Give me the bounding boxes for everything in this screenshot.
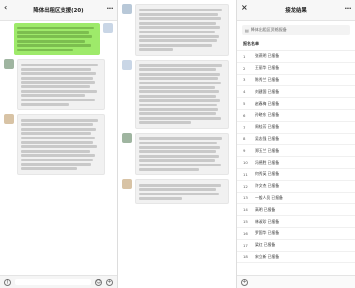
item-number: 13 — [243, 195, 248, 201]
sign-up-result-panel: × 接龙结果 ··· ▤ 降体出租区资格报备 报名名单 1 张燕明 已报备 2 王丽华… — [237, 0, 355, 288]
item-text: 陈秀兰 已报备 — [255, 76, 279, 82]
avatar[interactable] — [122, 59, 132, 70]
list-item[interactable]: 17 梁红 已报备 — [237, 240, 355, 252]
item-number: 6 — [243, 112, 246, 118]
list-item[interactable]: 15 林淑珍 已报备 — [237, 216, 355, 228]
item-number: 3 — [243, 77, 246, 83]
close-icon[interactable]: × — [241, 3, 248, 12]
list-item[interactable]: 6 孙晓东 已报备 — [237, 110, 355, 122]
add-icon[interactable]: + — [241, 278, 248, 286]
avatar[interactable] — [122, 132, 132, 143]
item-number: 16 — [243, 230, 248, 236]
avatar[interactable] — [4, 58, 14, 69]
list-item[interactable]: 9 郑玉兰 已报备 — [237, 145, 355, 158]
message-bubble[interactable] — [135, 132, 229, 176]
message — [118, 177, 236, 206]
message-bubble[interactable] — [135, 179, 229, 205]
item-number: 8 — [243, 136, 246, 142]
message-bubble[interactable] — [17, 114, 105, 175]
item-number: 5 — [243, 101, 246, 107]
item-text: 吴志强 已报备 — [255, 135, 279, 141]
result-list: 1 张燕明 已报备 2 王丽华 已报备 3 陈秀兰 已报备 4 刘建国 已报备 5 赵春梅 已报备… — [237, 51, 355, 264]
list-item[interactable]: 4 刘建国 已报备 — [237, 86, 355, 99]
emoji-icon[interactable]: ☺ — [95, 278, 102, 286]
section-label: 报名名单 — [237, 38, 355, 51]
message — [118, 58, 236, 131]
item-number: 10 — [243, 160, 248, 166]
item-number: 17 — [243, 242, 248, 248]
item-number: 4 — [243, 89, 246, 95]
message — [118, 0, 236, 58]
item-number: 11 — [243, 171, 248, 177]
item-text: 孙晓东 已报备 — [255, 112, 279, 118]
list-item[interactable]: 13 一般人员 已报备 — [237, 193, 355, 205]
item-text: 许文杰 已报备 — [255, 183, 279, 189]
item-text: 林淑珍 已报备 — [255, 218, 279, 224]
item-text: 冯德胜 已报备 — [255, 159, 279, 165]
item-text: 何秀英 已报备 — [255, 171, 279, 177]
back-icon[interactable]: ‹ — [4, 3, 7, 12]
list-item[interactable]: 11 何秀英 已报备 — [237, 169, 355, 181]
chat-title: 降体出租区支援(20) — [33, 8, 84, 14]
item-text: 高明 已报备 — [255, 206, 276, 212]
item-number: 2 — [243, 65, 246, 71]
avatar[interactable] — [103, 23, 113, 33]
item-text: 一般人员 已报备 — [255, 194, 283, 200]
more-icon[interactable]: ··· — [107, 5, 114, 13]
result-header: × 接龙结果 ··· — [237, 0, 355, 21]
list-item[interactable]: 2 王丽华 已报备 — [237, 63, 355, 75]
item-text: 宋立新 已报备 — [255, 253, 279, 259]
avatar[interactable] — [4, 114, 14, 125]
input-bar: ) ☺ + — [0, 275, 117, 288]
item-number: 1 — [243, 53, 246, 59]
item-number: 7 — [243, 124, 246, 130]
item-text: 刘建国 已报备 — [255, 88, 279, 94]
list-item[interactable]: 1 张燕明 已报备 — [237, 51, 355, 63]
result-title: 接龙结果 — [285, 8, 307, 14]
message-input[interactable] — [15, 279, 91, 285]
message — [0, 57, 117, 113]
list-item[interactable]: 8 吴志强 已报备 — [237, 134, 355, 146]
item-number: 18 — [243, 254, 248, 260]
item-number: 9 — [243, 148, 246, 154]
item-number: 12 — [243, 183, 248, 189]
list-item[interactable]: 7 周桂芳 已报备 — [237, 122, 355, 134]
list-item[interactable]: 16 罗国华 已报备 — [237, 228, 355, 240]
chat-header: ‹ 降体出租区支援(20) ··· — [0, 0, 117, 21]
chat-panel-middle — [118, 0, 237, 288]
avatar[interactable] — [122, 4, 132, 14]
item-text: 郑玉兰 已报备 — [255, 147, 279, 153]
more-icon[interactable]: ··· — [345, 5, 352, 13]
plus-icon[interactable]: + — [106, 278, 113, 286]
message-bubble[interactable] — [135, 59, 229, 129]
list-item[interactable]: 5 赵春梅 已报备 — [237, 98, 355, 110]
list-item[interactable]: 12 许文杰 已报备 — [237, 181, 355, 193]
message-bubble[interactable] — [14, 23, 100, 55]
message — [118, 131, 236, 178]
topic-label: 降体出租区资格报备 — [250, 27, 287, 32]
message-bubble[interactable] — [17, 58, 105, 111]
message — [0, 21, 117, 57]
list-item[interactable]: 18 宋立新 已报备 — [237, 252, 355, 264]
item-number: 15 — [243, 219, 248, 225]
item-text: 罗国华 已报备 — [255, 230, 279, 236]
list-item[interactable]: 3 陈秀兰 已报备 — [237, 75, 355, 87]
item-text: 张燕明 已报备 — [255, 53, 279, 59]
list-item[interactable]: 14 高明 已报备 — [237, 204, 355, 217]
list-item[interactable]: 10 冯德胜 已报备 — [237, 157, 355, 169]
document-icon: ▤ — [245, 27, 249, 33]
item-number: 14 — [243, 207, 248, 213]
item-text: 赵春梅 已报备 — [255, 100, 279, 106]
voice-icon[interactable]: ) — [4, 278, 11, 286]
chat-panel-left: ‹ 降体出租区支援(20) ···) ☺ + — [0, 0, 118, 288]
topic-box: ▤ 降体出租区资格报备 — [242, 25, 350, 35]
item-text: 王丽华 已报备 — [255, 65, 279, 71]
message-bubble[interactable] — [135, 4, 229, 56]
item-text: 周桂芳 已报备 — [255, 124, 279, 130]
message — [0, 112, 117, 176]
item-text: 梁红 已报备 — [255, 242, 276, 248]
avatar[interactable] — [122, 179, 132, 190]
add-bar: + — [237, 275, 355, 288]
